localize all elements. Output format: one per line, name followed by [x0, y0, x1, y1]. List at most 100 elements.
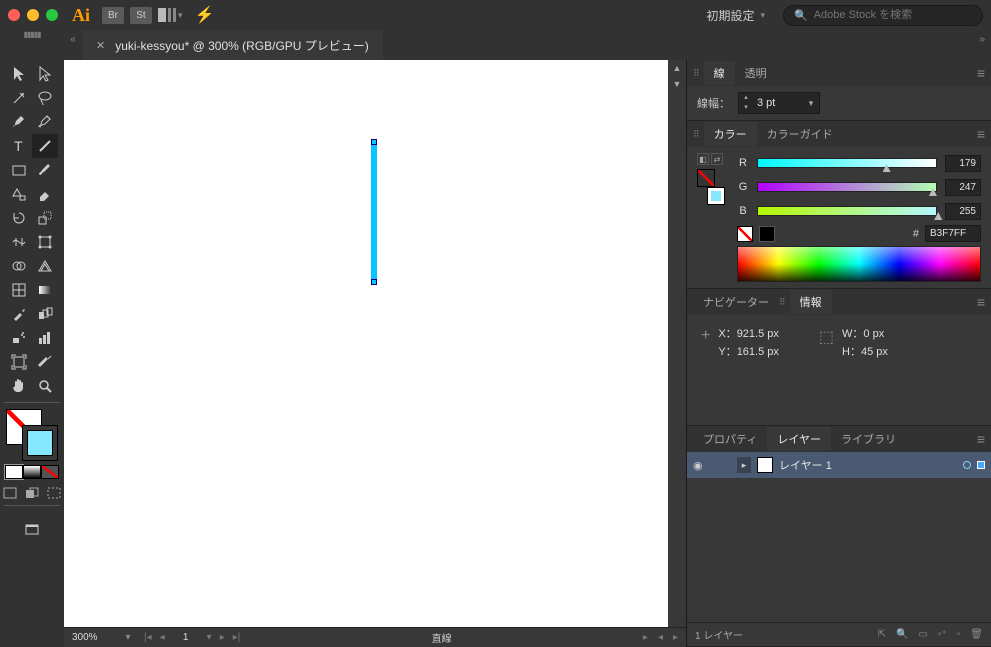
color-spectrum[interactable]	[737, 246, 981, 282]
paintbrush-tool[interactable]	[32, 158, 58, 182]
expand-layer-button[interactable]: ▸	[737, 457, 751, 473]
panel-menu-button[interactable]: ≡	[977, 294, 985, 310]
minimize-window-button[interactable]	[27, 9, 39, 21]
blend-tool[interactable]	[32, 302, 58, 326]
layer-row[interactable]: ◉ ▸ レイヤー 1	[687, 452, 991, 478]
create-sublayer-button[interactable]: ▭	[918, 629, 927, 640]
stroke-weight-dropdown[interactable]: ▾	[803, 98, 819, 109]
hex-input[interactable]	[925, 225, 981, 242]
status-play-button[interactable]: ▸	[641, 632, 650, 643]
doc-scroll-left[interactable]: «	[64, 30, 82, 60]
vertical-scrollbar[interactable]: ▲ ▼	[668, 60, 686, 627]
zoom-tool[interactable]	[32, 374, 58, 398]
rotate-tool[interactable]	[6, 206, 32, 230]
tab-stroke[interactable]: 線	[704, 61, 735, 85]
layer-name[interactable]: レイヤー 1	[779, 457, 957, 473]
stroke-weight-input[interactable]: ▴▾ ▾	[738, 92, 820, 114]
panel-scroll-right[interactable]: »	[686, 30, 991, 60]
default-colors-button[interactable]: ◧	[697, 153, 709, 165]
r-value[interactable]	[945, 155, 981, 172]
arrange-documents-button[interactable]: ▾	[158, 8, 183, 22]
anchor-handle-top[interactable]	[371, 139, 377, 145]
screen-mode-button[interactable]	[19, 518, 45, 542]
draw-normal-button[interactable]	[0, 485, 20, 501]
selection-indicator[interactable]	[977, 461, 985, 469]
new-layer-button-2[interactable]: ▫	[957, 629, 961, 640]
width-tool[interactable]	[6, 230, 32, 254]
eyedropper-tool[interactable]	[6, 302, 32, 326]
tab-color[interactable]: カラー	[704, 122, 757, 146]
close-window-button[interactable]	[8, 9, 20, 21]
anchor-handle-bottom[interactable]	[371, 279, 377, 285]
gradient-tool[interactable]	[32, 278, 58, 302]
fill-stroke-swatches[interactable]	[6, 409, 58, 461]
free-transform-tool[interactable]	[32, 230, 58, 254]
gradient-button[interactable]	[23, 465, 41, 479]
slice-tool[interactable]	[32, 350, 58, 374]
prev-artboard-button[interactable]: ◂	[158, 632, 167, 643]
tab-color-guide[interactable]: カラーガイド	[757, 122, 843, 146]
curvature-tool[interactable]	[32, 110, 58, 134]
tab-info[interactable]: 情報	[790, 290, 832, 314]
rectangle-tool[interactable]	[6, 158, 32, 182]
swap-colors-button[interactable]: ⇄	[711, 153, 723, 165]
g-slider[interactable]	[757, 182, 937, 192]
stroke-swatch[interactable]	[22, 425, 58, 461]
step-up-button[interactable]: ▴	[739, 93, 753, 103]
zoom-value[interactable]: 300%	[64, 632, 120, 643]
pen-tool[interactable]	[6, 110, 32, 134]
stock-search[interactable]: 🔍	[783, 5, 983, 26]
panel-menu-button[interactable]: ≡	[977, 65, 985, 81]
hand-tool[interactable]	[6, 374, 32, 398]
solid-color-button[interactable]	[5, 465, 23, 479]
draw-behind-button[interactable]	[22, 485, 42, 501]
selection-tool[interactable]	[6, 62, 32, 86]
scroll-down-button[interactable]: ▼	[668, 76, 686, 92]
scale-tool[interactable]	[32, 206, 58, 230]
tab-navigator[interactable]: ナビゲーター	[693, 290, 779, 314]
visibility-toggle[interactable]: ◉	[693, 459, 709, 472]
workspace-dropdown[interactable]: 初期設定 ▾	[698, 3, 773, 28]
none-swatch[interactable]	[737, 226, 753, 242]
hscroll-right[interactable]: ▸	[671, 632, 680, 643]
panel-menu-button[interactable]: ≡	[977, 431, 985, 447]
new-layer-button[interactable]: ▫⁺	[938, 629, 947, 640]
black-swatch[interactable]	[759, 226, 775, 242]
zoom-dropdown[interactable]: ▾	[120, 632, 136, 643]
symbol-sprayer-tool[interactable]	[6, 326, 32, 350]
maximize-window-button[interactable]	[46, 9, 58, 21]
lasso-tool[interactable]	[32, 86, 58, 110]
next-artboard-button[interactable]: ▸	[218, 632, 227, 643]
eraser-tool[interactable]	[32, 182, 58, 206]
line-segment-tool[interactable]	[32, 134, 58, 158]
type-tool[interactable]: T	[6, 134, 32, 158]
artboard-tool[interactable]	[6, 350, 32, 374]
g-value[interactable]	[945, 179, 981, 196]
panel-grip-icon[interactable]: ⠿	[693, 129, 700, 140]
tab-library[interactable]: ライブラリ	[831, 427, 906, 451]
delete-layer-button[interactable]: 🗑	[970, 629, 983, 640]
shaper-tool[interactable]	[6, 182, 32, 206]
scroll-up-button[interactable]: ▲	[668, 60, 686, 76]
selected-line-shape[interactable]	[370, 142, 378, 282]
gpu-preview-icon[interactable]: ⚡	[195, 5, 215, 25]
panel-grip-icon[interactable]: ⠿	[779, 297, 786, 308]
mesh-tool[interactable]	[6, 278, 32, 302]
target-icon[interactable]	[963, 461, 971, 469]
stock-button[interactable]: St	[130, 7, 152, 24]
panel-grip-icon[interactable]: ⠿	[693, 68, 700, 79]
r-slider[interactable]	[757, 158, 937, 168]
bridge-button[interactable]: Br	[102, 7, 124, 24]
tab-properties[interactable]: プロパティ	[693, 427, 767, 451]
tab-opacity[interactable]: 透明	[735, 61, 777, 85]
locate-object-button[interactable]: ⇱	[878, 629, 886, 640]
mini-fill-swatch[interactable]	[697, 169, 715, 187]
document-tab[interactable]: ✕ yuki-kessyou* @ 300% (RGB/GPU プレビュー)	[82, 30, 383, 60]
shape-builder-tool[interactable]	[6, 254, 32, 278]
artboard-number[interactable]: 1	[171, 632, 201, 643]
step-down-button[interactable]: ▾	[739, 103, 753, 113]
b-slider[interactable]	[757, 206, 937, 216]
b-value[interactable]	[945, 203, 981, 220]
close-tab-button[interactable]: ✕	[96, 39, 105, 52]
column-graph-tool[interactable]	[32, 326, 58, 350]
